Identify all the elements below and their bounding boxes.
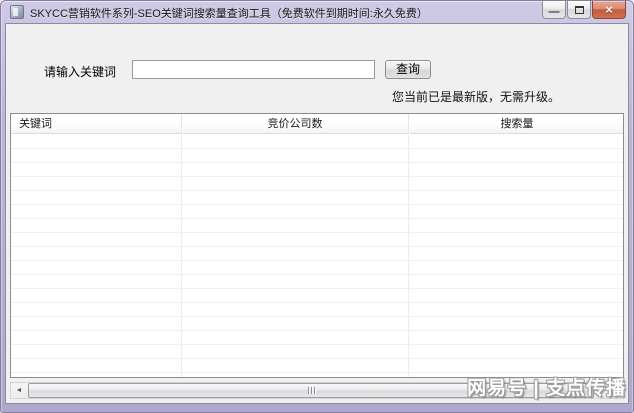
table-body <box>11 135 623 377</box>
client-area: 请输入关键词 查询 您当前已是最新版，无需升级。 关键词 竞价公司数 搜索量 ◄ <box>5 23 629 404</box>
scrollbar-grip <box>307 387 315 394</box>
window-controls: — × <box>541 1 626 19</box>
table-header: 关键词 竞价公司数 搜索量 <box>11 114 623 134</box>
titlebar[interactable]: SKYCC营销软件系列-SEO关键词搜索量查询工具（免费软件到期时间:永久免费）… <box>1 1 633 23</box>
app-window: SKYCC营销软件系列-SEO关键词搜索量查询工具（免费软件到期时间:永久免费）… <box>0 0 634 413</box>
watermark: 网易号 | 支点传播 <box>467 378 626 399</box>
maximize-button[interactable] <box>567 1 591 19</box>
column-divider-2 <box>408 135 409 377</box>
maximize-icon <box>574 5 584 14</box>
column-header-search-volume[interactable]: 搜索量 <box>408 114 625 134</box>
keyword-input[interactable] <box>132 60 375 79</box>
query-button[interactable]: 查询 <box>385 60 431 79</box>
close-icon: × <box>605 1 613 17</box>
column-header-bidding-companies[interactable]: 竞价公司数 <box>181 114 408 134</box>
update-status-text: 您当前已是最新版，无需升级。 <box>392 90 561 104</box>
minimize-icon: — <box>548 6 560 18</box>
scroll-left-icon: ◄ <box>15 387 23 394</box>
column-header-keyword[interactable]: 关键词 <box>11 114 181 134</box>
close-button[interactable]: × <box>592 1 626 19</box>
minimize-button[interactable]: — <box>542 1 566 19</box>
window-title: SKYCC营销软件系列-SEO关键词搜索量查询工具（免费软件到期时间:永久免费） <box>30 8 428 20</box>
app-icon <box>10 5 24 19</box>
scroll-left-button[interactable]: ◄ <box>11 383 27 398</box>
keyword-label: 请输入关键词 <box>44 65 117 79</box>
column-divider-1 <box>181 135 182 377</box>
results-table: 关键词 竞价公司数 搜索量 <box>10 113 624 378</box>
